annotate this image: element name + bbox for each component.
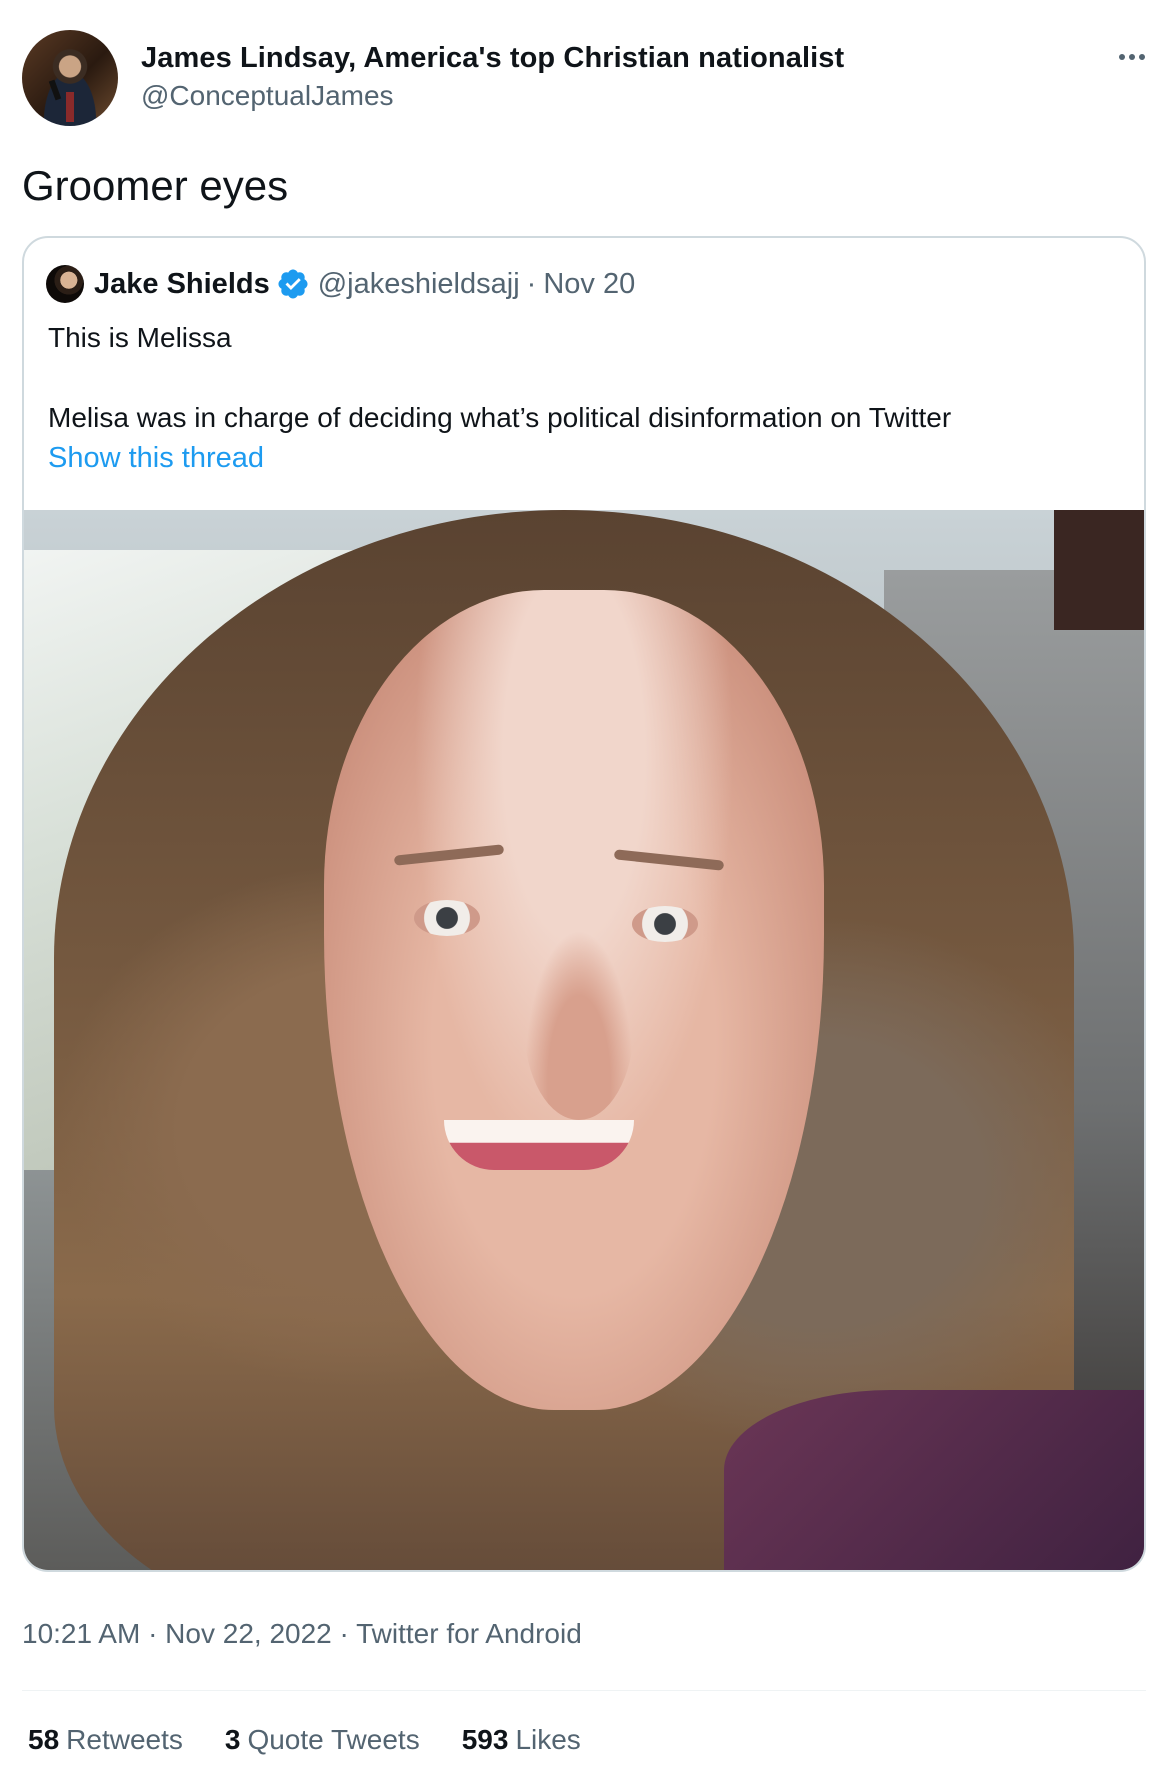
photo-corner xyxy=(1054,510,1144,630)
quoted-tweet-header: Jake Shields @jakeshieldsajj · Nov 20 xyxy=(46,264,635,304)
quoted-author-handle[interactable]: @jakeshieldsajj xyxy=(318,268,520,301)
divider xyxy=(22,1690,1146,1691)
more-dot xyxy=(1119,54,1125,60)
more-dot xyxy=(1139,54,1145,60)
photo-eye-left xyxy=(414,900,480,936)
photo-eye-right xyxy=(632,906,698,942)
avatar-tie xyxy=(66,92,74,122)
verified-icon xyxy=(278,269,308,299)
separator-dot: · xyxy=(526,267,537,300)
author-names: James Lindsay, America's top Christian n… xyxy=(141,40,844,114)
retweets-stat[interactable]: 58 Retweets xyxy=(28,1722,183,1758)
author-handle[interactable]: @ConceptualJames xyxy=(141,78,844,114)
more-icon[interactable] xyxy=(1112,36,1152,76)
photo-shirt xyxy=(724,1390,1144,1570)
quote-tweets-label: Quote Tweets xyxy=(247,1724,420,1755)
retweets-count: 58 xyxy=(28,1724,60,1755)
likes-stat[interactable]: 593 Likes xyxy=(462,1722,581,1758)
tweet-text: Groomer eyes xyxy=(22,162,289,209)
photo-nose xyxy=(524,930,634,1120)
likes-label: Likes xyxy=(515,1724,581,1755)
quote-tweets-stat[interactable]: 3 Quote Tweets xyxy=(225,1722,420,1758)
quoted-tweet-line1: This is Melissa xyxy=(48,322,232,353)
retweets-label: Retweets xyxy=(66,1724,183,1755)
author-avatar[interactable] xyxy=(22,30,118,126)
quoted-tweet-line2: Melisa was in charge of deciding what’s … xyxy=(48,402,952,433)
more-dot xyxy=(1129,54,1135,60)
quote-tweets-count: 3 xyxy=(224,1724,241,1755)
likes-count: 593 xyxy=(461,1724,509,1755)
quoted-tweet-photo[interactable] xyxy=(24,510,1144,1570)
engagement-stats: 58 Retweets 3 Quote Tweets 593 Likes xyxy=(28,1722,623,1758)
author-display-name[interactable]: James Lindsay, America's top Christian n… xyxy=(141,40,844,76)
quoted-author-name[interactable]: Jake Shields xyxy=(94,268,270,301)
photo-smile xyxy=(444,1120,634,1170)
avatar-microphone xyxy=(48,79,62,101)
tweet-timestamp[interactable]: 10:21 AM · Nov 22, 2022 · Twitter for An… xyxy=(22,1616,582,1652)
quoted-tweet[interactable]: Jake Shields @jakeshieldsajj · Nov 20 Th… xyxy=(22,236,1146,1572)
quoted-tweet-date[interactable]: Nov 20 xyxy=(543,268,635,301)
show-thread-link[interactable]: Show this thread xyxy=(48,438,264,478)
tweet: James Lindsay, America's top Christian n… xyxy=(0,0,1172,1766)
quoted-author-avatar[interactable] xyxy=(46,265,84,303)
